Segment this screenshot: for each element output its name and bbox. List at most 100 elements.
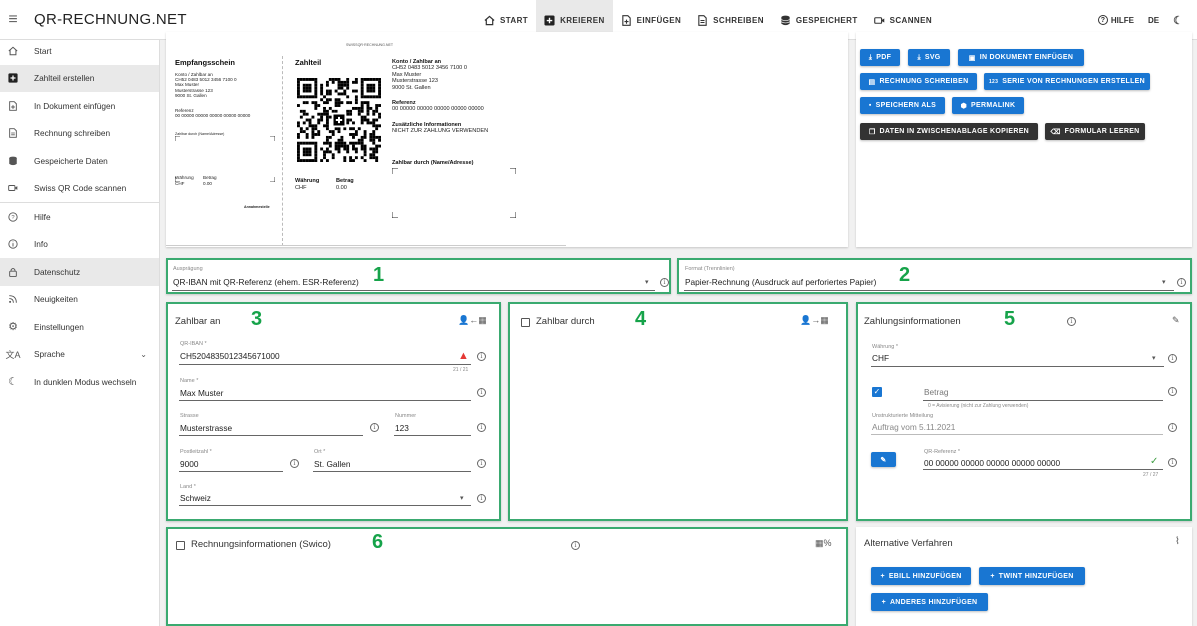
country-select[interactable]: Schweiz bbox=[180, 493, 211, 503]
currency-select[interactable]: CHF bbox=[872, 353, 889, 363]
format-underline bbox=[684, 290, 1174, 291]
dark-mode-icon[interactable]: ☾ bbox=[1173, 14, 1183, 27]
plus-box-icon bbox=[0, 73, 26, 83]
plus-box-icon bbox=[544, 14, 555, 26]
amount-checkbox[interactable]: ✓ bbox=[872, 387, 882, 397]
info-icon[interactable]: i bbox=[1177, 278, 1186, 287]
sidebar-item-hilfe[interactable]: ? Hilfe bbox=[0, 203, 159, 231]
sidebar-item-scannen[interactable]: Swiss QR Code scannen bbox=[0, 175, 159, 203]
clear-form-button[interactable]: ⌫ FORMULAR LEEREN bbox=[1045, 123, 1145, 140]
help-button[interactable]: ? HILFE bbox=[1097, 15, 1134, 25]
info-icon[interactable]: i bbox=[290, 459, 299, 468]
copy-clipboard-button[interactable]: ❐ DATEN IN ZWISCHENABLAGE KOPIEREN bbox=[860, 123, 1038, 140]
amount-input[interactable]: Betrag bbox=[924, 387, 948, 397]
add-twint-button[interactable]: + TWINT HINZUFÜGEN bbox=[979, 567, 1085, 585]
nav-scannen-label: SCANNEN bbox=[889, 15, 932, 25]
info-icon bbox=[0, 239, 26, 249]
rechnung-checkbox[interactable] bbox=[176, 541, 185, 550]
info-icon[interactable]: i bbox=[477, 388, 486, 397]
sidebar-item-zahlteil[interactable]: Zahlteil erstellen bbox=[0, 64, 159, 92]
info-icon[interactable]: i bbox=[660, 278, 669, 287]
app-title[interactable]: QR-RECHNUNG.NET bbox=[34, 11, 187, 28]
other-label: ANDERES HINZUFÜGEN bbox=[889, 598, 978, 606]
sidebar-item-start[interactable]: Start bbox=[0, 37, 159, 65]
info-icon[interactable]: i bbox=[1067, 317, 1076, 326]
language-button[interactable]: DE bbox=[1148, 16, 1159, 25]
sidebar-item-datenschutz[interactable]: Datenschutz bbox=[0, 258, 159, 286]
sidebar-item-label: Rechnung schreiben bbox=[34, 128, 111, 139]
chevron-down-icon[interactable]: ▾ bbox=[460, 494, 464, 502]
calendar-percent-icon[interactable]: ▦% bbox=[815, 538, 832, 549]
sidebar-item-label: Swiss QR Code scannen bbox=[34, 183, 127, 194]
chevron-down-icon[interactable]: ▾ bbox=[645, 278, 649, 286]
edit-reference-button[interactable]: ✎ bbox=[871, 452, 896, 467]
zahlbar-durch-checkbox[interactable] bbox=[521, 318, 530, 327]
edit-icon[interactable]: ✎ bbox=[1172, 315, 1180, 326]
write-invoice-button[interactable]: ▤ RECHNUNG SCHREIBEN bbox=[860, 73, 977, 90]
sidebar-item-schreiben[interactable]: Rechnung schreiben bbox=[0, 120, 159, 148]
street-label: Strasse bbox=[180, 413, 199, 419]
add-ebill-button[interactable]: + EBILL HINZUFÜGEN bbox=[871, 567, 971, 585]
info-icon[interactable]: i bbox=[571, 541, 580, 550]
nav-start-label: START bbox=[500, 15, 529, 25]
message-underline bbox=[871, 434, 1163, 435]
annotation-1: 1 bbox=[373, 264, 385, 286]
city-input[interactable]: St. Gallen bbox=[314, 459, 350, 469]
auspraegung-select[interactable]: QR-IBAN mit QR-Referenz (ehem. ESR-Refer… bbox=[173, 277, 359, 287]
receipt-reference: Referenz 00 00000 00000 00000 00000 0000… bbox=[175, 108, 251, 119]
sidebar-item-einfuegen[interactable]: In Dokument einfügen bbox=[0, 92, 159, 120]
create-series-button[interactable]: 123 SERIE VON RECHNUNGEN ERSTELLEN bbox=[984, 73, 1150, 90]
translate-icon: 文A bbox=[5, 349, 21, 360]
actions-panel: ⤓ PDF ⤓ SVG ▣ IN DOKUMENT EINFÜGEN ▤ RECHNUN… bbox=[856, 32, 1192, 247]
info-icon[interactable]: i bbox=[1168, 387, 1177, 396]
permalink-button[interactable]: ⬢ PERMALINK bbox=[952, 97, 1024, 114]
info-icon[interactable]: i bbox=[477, 459, 486, 468]
sidebar-item-neuigkeiten[interactable]: Neuigkeiten bbox=[0, 286, 159, 314]
info-icon[interactable]: i bbox=[1168, 354, 1177, 363]
add-other-button[interactable]: + ANDERES HINZUFÜGEN bbox=[871, 593, 988, 611]
download-pdf-button[interactable]: ⤓ PDF bbox=[860, 49, 900, 66]
info-icon[interactable]: i bbox=[1168, 458, 1177, 467]
info-icon[interactable]: i bbox=[370, 423, 379, 432]
copy-label: DATEN IN ZWISCHENABLAGE KOPIEREN bbox=[879, 128, 1030, 135]
name-underline bbox=[179, 400, 471, 401]
save-label: SPEICHERN ALS bbox=[875, 102, 937, 109]
plus-icon: + bbox=[990, 572, 995, 580]
sidebar-item-info[interactable]: Info bbox=[0, 231, 159, 259]
contact-export-icon[interactable]: 👤→▦ bbox=[800, 315, 829, 326]
name-input[interactable]: Max Muster bbox=[180, 388, 223, 398]
copy-icon: ❐ bbox=[868, 128, 876, 136]
sidebar-item-einstellungen[interactable]: ⚙ Einstellungen bbox=[0, 313, 159, 341]
insert-document-button[interactable]: ▣ IN DOKUMENT EINFÜGEN bbox=[958, 49, 1084, 66]
sidebar-item-label: Start bbox=[34, 45, 52, 56]
rss-icon bbox=[0, 294, 26, 304]
save-as-button[interactable]: ▪ SPEICHERN ALS bbox=[860, 97, 945, 114]
iban-input[interactable]: CH5204835012345671000 bbox=[180, 351, 280, 361]
sidebar-item-label: Zahlteil erstellen bbox=[34, 73, 95, 84]
attachment-icon[interactable]: ⌇ bbox=[1175, 536, 1180, 547]
number-input[interactable]: 123 bbox=[395, 423, 409, 433]
nav-einfuegen-label: EINFÜGEN bbox=[636, 15, 682, 25]
chevron-down-icon[interactable]: ▾ bbox=[1152, 354, 1156, 362]
message-input[interactable]: Auftrag vom 5.11.2021 bbox=[872, 422, 955, 432]
sidebar-item-label: Einstellungen bbox=[34, 321, 84, 332]
street-input[interactable]: Musterstrasse bbox=[180, 423, 232, 433]
info-icon[interactable]: i bbox=[477, 423, 486, 432]
nav-gespeichert-label: GESPEICHERT bbox=[795, 15, 858, 25]
sidebar-item-sprache[interactable]: 文A Sprache ⌄ bbox=[0, 341, 159, 369]
info-icon[interactable]: i bbox=[477, 352, 486, 361]
menu-icon[interactable]: ≡ bbox=[0, 11, 26, 29]
contact-swap-icon[interactable]: 👤←▦ bbox=[458, 315, 487, 326]
sidebar-item-label: Hilfe bbox=[34, 211, 51, 222]
qr-bill-preview[interactable]: SWISSQR·RECHNUNG.NET Empfangsschein Kont… bbox=[166, 32, 848, 247]
chevron-down-icon[interactable]: ▾ bbox=[1162, 278, 1166, 286]
sidebar-item-gespeichert[interactable]: Gespeicherte Daten bbox=[0, 147, 159, 175]
reference-input[interactable]: 00 00000 00000 00000 00000 00000 bbox=[924, 458, 1060, 468]
download-svg-button[interactable]: ⤓ SVG bbox=[908, 49, 950, 66]
format-select[interactable]: Papier-Rechnung (Ausdruck auf perforiert… bbox=[685, 277, 876, 287]
sidebar-item-darkmode[interactable]: ☾ In dunklen Modus wechseln bbox=[0, 368, 159, 396]
info-icon[interactable]: i bbox=[477, 494, 486, 503]
annotation-6: 6 bbox=[372, 531, 384, 553]
info-icon[interactable]: i bbox=[1168, 423, 1177, 432]
zip-input[interactable]: 9000 bbox=[180, 459, 198, 469]
